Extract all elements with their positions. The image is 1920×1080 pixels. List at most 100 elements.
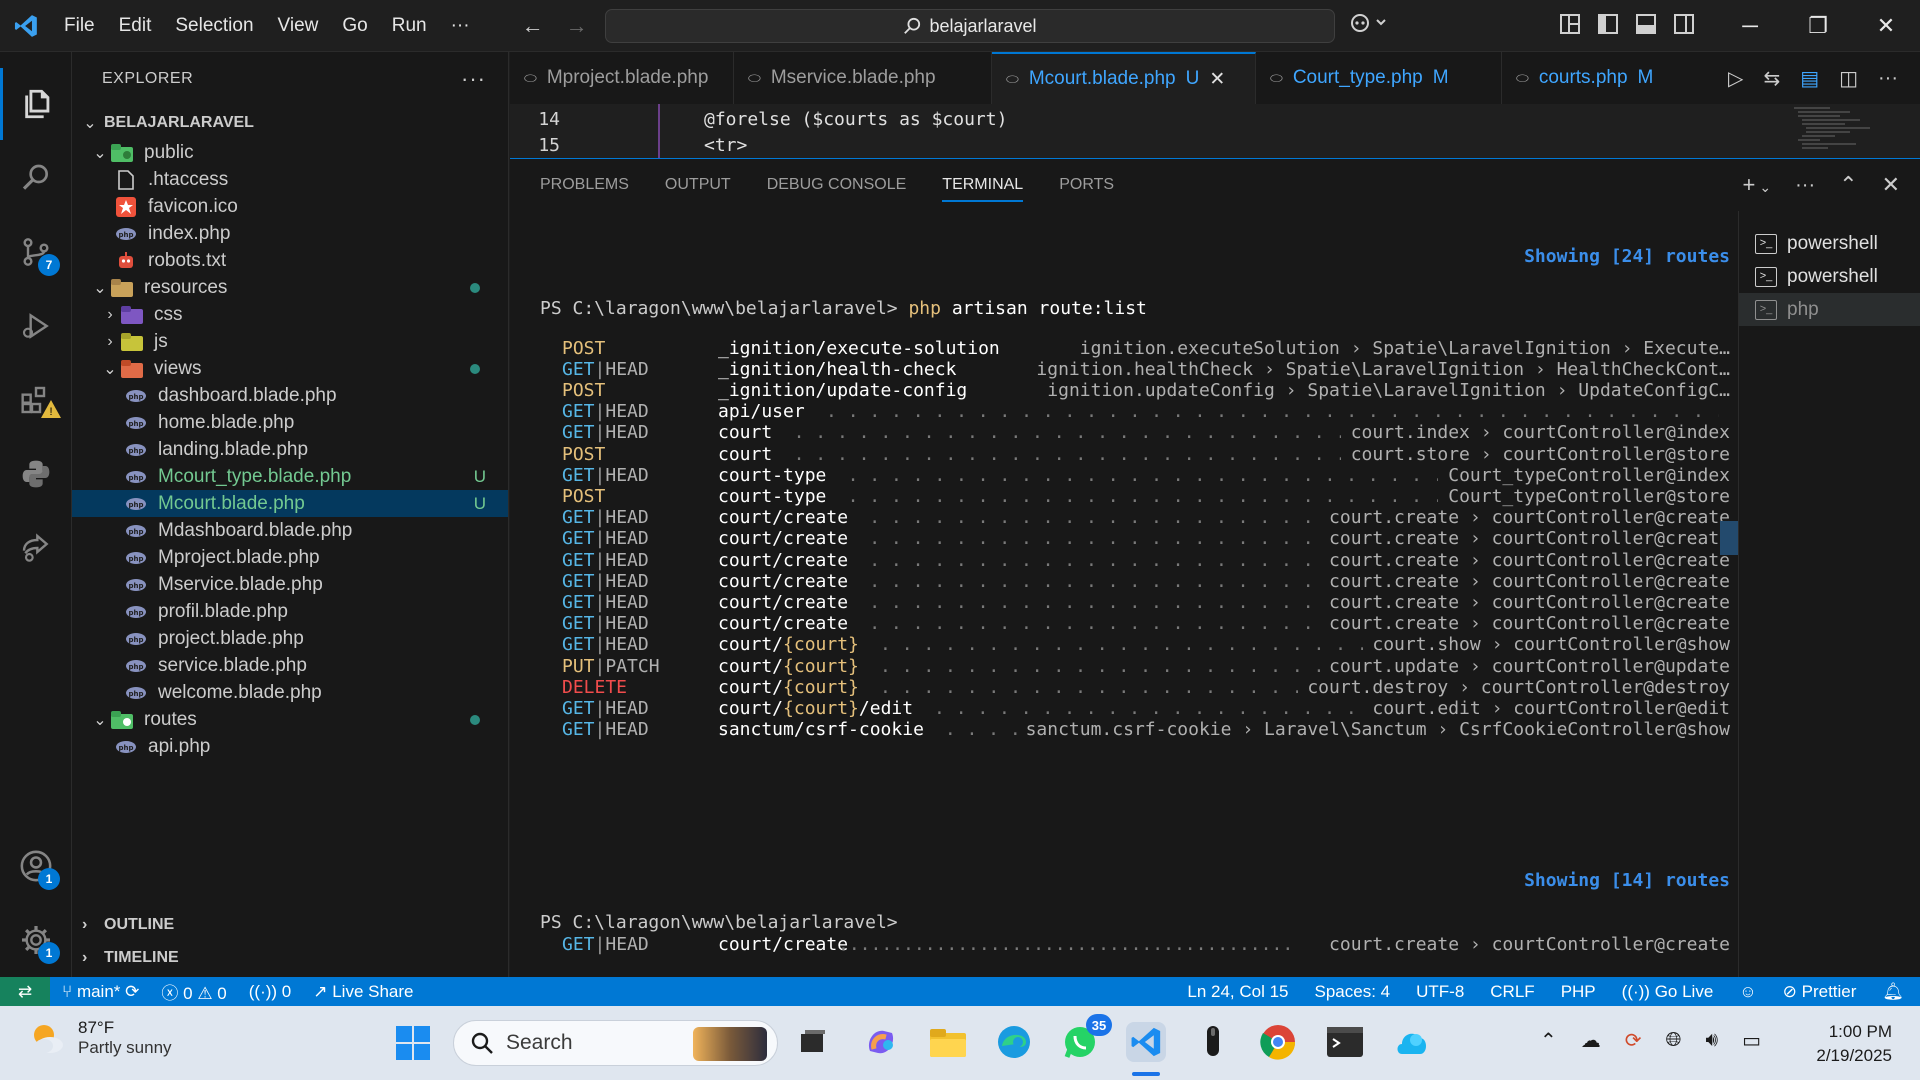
file-index-php[interactable]: php index.php (72, 220, 508, 247)
minimap[interactable] (1790, 104, 1880, 158)
file-service-blade-php[interactable]: php service.blade.php (72, 652, 508, 679)
menu-more[interactable]: ··· (439, 15, 482, 37)
search-icon[interactable] (0, 142, 72, 214)
onedrive-icon[interactable]: ☁ (1581, 1028, 1601, 1053)
live-share-icon[interactable] (0, 512, 72, 584)
tab-debug-console[interactable]: DEBUG CONSOLE (767, 176, 907, 194)
toggle-primary-sidebar-icon[interactable] (1598, 13, 1618, 39)
task-view-icon[interactable] (793, 1022, 833, 1062)
language-mode[interactable]: PHP (1561, 982, 1596, 1002)
file-mcourt-blade-php[interactable]: php Mcourt.blade.php U (72, 490, 508, 517)
close-icon[interactable]: ✕ (1852, 0, 1920, 52)
file-mproject-blade-php[interactable]: php Mproject.blade.php (72, 544, 508, 571)
explorer-icon[interactable] (0, 68, 72, 140)
tab-output[interactable]: OUTPUT (665, 176, 731, 194)
copilot-app-icon[interactable] (861, 1022, 901, 1062)
terminal-item-php[interactable]: >_ php (1739, 293, 1920, 326)
workspace-root[interactable]: ⌄ BELAJARLARAVEL (72, 106, 508, 139)
cloud-app-icon[interactable] (1392, 1022, 1432, 1062)
close-tab-icon[interactable]: ✕ (1209, 68, 1225, 91)
copilot-icon[interactable] (1350, 12, 1390, 40)
menu-go[interactable]: Go (330, 15, 379, 37)
file-project-blade-php[interactable]: php project.blade.php (72, 625, 508, 652)
minimize-icon[interactable]: ─ (1716, 0, 1784, 52)
code-editor[interactable]: 14 @forelse ($courts as $court) 15 <tr> (510, 104, 1920, 158)
file-mservice-blade-php[interactable]: php Mservice.blade.php (72, 571, 508, 598)
file-mcourt-type-blade-php[interactable]: php Mcourt_type.blade.php U (72, 463, 508, 490)
timeline-section[interactable]: › TIMELINE (72, 941, 508, 974)
tab-mproject[interactable]: ⬭ Mproject.blade.php (510, 52, 734, 104)
folder-public[interactable]: ⌄ public (72, 139, 508, 166)
terminal-scrollbar-thumb[interactable] (1720, 521, 1738, 555)
update-icon[interactable]: ⟳ (1625, 1028, 1642, 1053)
encoding[interactable]: UTF-8 (1416, 982, 1464, 1002)
copilot-status-icon[interactable]: ☺ (1739, 982, 1756, 1002)
end-of-line[interactable]: CRLF (1490, 982, 1534, 1002)
whatsapp-icon[interactable]: 35 (1060, 1014, 1112, 1062)
close-panel-icon[interactable]: ✕ (1882, 172, 1900, 198)
taskbar-clock[interactable]: 1:00 PM 2/19/2025 (1816, 1020, 1892, 1068)
source-control-icon[interactable]: 7 (0, 216, 72, 288)
edge-browser-icon[interactable] (994, 1022, 1034, 1062)
file-api-php[interactable]: php api.php (72, 733, 508, 760)
file-htaccess[interactable]: .htaccess (72, 166, 508, 193)
terminal-app-icon[interactable] (1325, 1022, 1365, 1062)
ports-status[interactable]: ((·)) 0 (249, 982, 292, 1002)
vscode-taskbar-icon[interactable] (1126, 1022, 1166, 1076)
compare-changes-icon[interactable]: ⇆ (1763, 66, 1780, 91)
problems-status[interactable]: ⓧ 0 ⚠ 0 (161, 979, 226, 1004)
settings-gear-icon[interactable]: 1 (0, 904, 72, 976)
maximize-panel-icon[interactable]: ⌃ (1839, 172, 1857, 198)
file-explorer-icon[interactable] (928, 1022, 968, 1062)
cursor-position[interactable]: Ln 24, Col 15 (1187, 982, 1288, 1002)
tab-terminal[interactable]: TERMINAL (942, 176, 1024, 202)
file-home-blade-php[interactable]: php home.blade.php (72, 409, 508, 436)
restore-icon[interactable]: ❐ (1784, 0, 1852, 52)
extensions-icon[interactable]: ! (0, 364, 72, 436)
battery-icon[interactable]: ▭ (1742, 1028, 1761, 1053)
folder-js[interactable]: › js (72, 328, 508, 355)
toggle-secondary-sidebar-icon[interactable] (1674, 13, 1694, 39)
tab-court-type[interactable]: ⬭ Court_type.php M (1256, 52, 1502, 104)
file-landing-blade-php[interactable]: php landing.blade.php (72, 436, 508, 463)
git-branch[interactable]: ⑂ main* ⟳ (62, 982, 139, 1002)
more-actions-icon[interactable]: ··· (1878, 67, 1898, 90)
remote-indicator-icon[interactable]: ⇄ (0, 977, 50, 1006)
file-robots-txt[interactable]: robots.txt (72, 247, 508, 274)
new-terminal-icon[interactable]: + ⌄ (1743, 172, 1772, 198)
folder-css[interactable]: › css (72, 301, 508, 328)
forward-arrow-icon[interactable]: → (566, 13, 588, 39)
open-file-icon[interactable]: ▤ (1800, 66, 1819, 91)
tab-ports[interactable]: PORTS (1059, 176, 1114, 194)
back-arrow-icon[interactable]: ← (522, 13, 544, 39)
file-welcome-blade-php[interactable]: php welcome.blade.php (72, 679, 508, 706)
show-hidden-icons-icon[interactable]: ⌃ (1540, 1028, 1557, 1053)
customize-layout-icon[interactable] (1560, 13, 1580, 39)
taskbar-search-box[interactable]: Search (453, 1020, 778, 1066)
split-editor-icon[interactable]: ◫ (1839, 66, 1858, 91)
volume-icon[interactable]: 🔊︎ (1706, 1029, 1719, 1052)
terminal-item-powershell[interactable]: >_ powershell (1739, 227, 1920, 260)
live-share-status[interactable]: ↗ Live Share (313, 982, 413, 1002)
go-live-button[interactable]: ((·)) Go Live (1622, 982, 1714, 1002)
toggle-panel-icon[interactable] (1636, 13, 1656, 39)
terminal-item-powershell[interactable]: >_ powershell (1739, 260, 1920, 293)
more-actions-icon[interactable]: ··· (461, 66, 486, 92)
menu-file[interactable]: File (52, 15, 107, 37)
command-center-search[interactable]: belajarlaravel (605, 9, 1335, 43)
python-icon[interactable] (0, 438, 72, 510)
folder-routes[interactable]: ⌄ routes (72, 706, 508, 733)
chrome-browser-icon[interactable] (1258, 1022, 1298, 1062)
notifications-bell-icon[interactable]: 🔔︎ (1882, 982, 1904, 1002)
indentation[interactable]: Spaces: 4 (1315, 982, 1391, 1002)
menu-edit[interactable]: Edit (107, 15, 164, 37)
folder-views[interactable]: ⌄ views (72, 355, 508, 382)
tab-courts[interactable]: ⬭ courts.php M (1502, 52, 1682, 104)
tab-mcourt[interactable]: ⬭ Mcourt.blade.php U ✕ (992, 52, 1256, 104)
more-actions-icon[interactable]: ··· (1795, 174, 1815, 197)
menu-selection[interactable]: Selection (163, 15, 265, 37)
file-dashboard-blade-php[interactable]: php dashboard.blade.php (72, 382, 508, 409)
tab-mservice[interactable]: ⬭ Mservice.blade.php (734, 52, 992, 104)
run-icon[interactable]: ▷ (1728, 66, 1743, 91)
pen-app-icon[interactable] (1193, 1022, 1233, 1062)
